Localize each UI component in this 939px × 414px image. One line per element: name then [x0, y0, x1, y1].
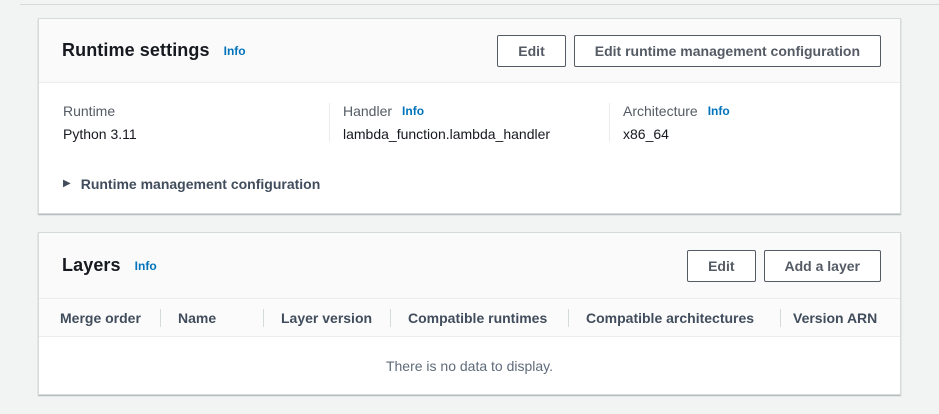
runtime-settings-actions: Edit Edit runtime management configurati… [497, 35, 881, 67]
edit-runtime-settings-button[interactable]: Edit [497, 35, 565, 67]
runtime-settings-fields: Runtime Python 3.11 Handler Info lambda_… [39, 83, 900, 160]
runtime-management-configuration-expander-label: Runtime management configuration [81, 176, 321, 192]
column-header-compatible-architectures: Compatible architectures [568, 310, 780, 326]
layers-title-group: Layers Info [62, 255, 157, 276]
architecture-label: Architecture [623, 103, 698, 119]
column-header-layer-version: Layer version [263, 310, 390, 326]
column-header-merge-order: Merge order [39, 310, 160, 326]
runtime-settings-title-group: Runtime settings Info [62, 40, 246, 61]
runtime-settings-header: Runtime settings Info Edit Edit runtime … [39, 19, 900, 83]
field-architecture: Architecture Info x86_64 [609, 103, 900, 142]
edit-runtime-management-configuration-button[interactable]: Edit runtime management configuration [574, 35, 881, 67]
layers-table-header: Merge order Name Layer version Compatibl… [39, 298, 900, 337]
runtime-settings-title: Runtime settings [62, 40, 210, 61]
runtime-value: Python 3.11 [63, 126, 329, 142]
architecture-value: x86_64 [623, 126, 900, 142]
layers-card: Layers Info Edit Add a layer Merge order… [38, 232, 901, 395]
column-header-version-arn: Version ARN [780, 310, 900, 326]
page-top-divider [20, 4, 939, 5]
layers-header: Layers Info Edit Add a layer [39, 233, 900, 298]
empty-state-message: There is no data to display. [386, 358, 553, 374]
runtime-settings-card: Runtime settings Info Edit Edit runtime … [38, 18, 901, 214]
field-runtime: Runtime Python 3.11 [39, 103, 329, 142]
architecture-info-link[interactable]: Info [708, 104, 730, 118]
layers-info-link[interactable]: Info [135, 259, 157, 273]
column-header-compatible-runtimes: Compatible runtimes [390, 310, 568, 326]
layers-actions: Edit Add a layer [687, 250, 881, 282]
add-a-layer-button[interactable]: Add a layer [764, 250, 881, 282]
runtime-settings-info-link[interactable]: Info [224, 44, 246, 58]
edit-layers-button[interactable]: Edit [687, 250, 755, 282]
handler-info-link[interactable]: Info [402, 104, 424, 118]
handler-value: lambda_function.lambda_handler [343, 126, 609, 142]
layers-table-empty-row: There is no data to display. [39, 337, 900, 394]
handler-label: Handler [343, 103, 392, 119]
column-header-name: Name [160, 310, 263, 326]
runtime-label: Runtime [63, 103, 115, 119]
runtime-management-configuration-expander[interactable]: ▶ Runtime management configuration [39, 176, 900, 192]
expand-caret-right-icon: ▶ [63, 179, 71, 189]
layers-title: Layers [62, 255, 121, 276]
field-handler: Handler Info lambda_function.lambda_hand… [329, 103, 609, 142]
